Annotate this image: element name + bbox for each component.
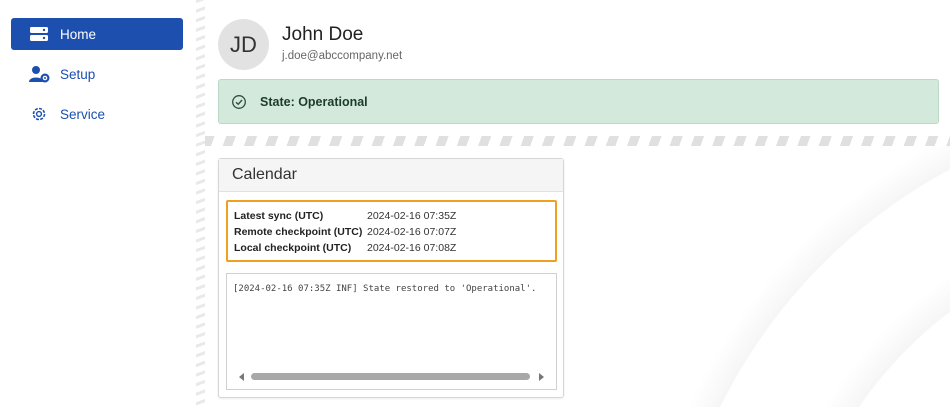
sidebar-item-service[interactable]: Service [11, 98, 183, 130]
sidebar-item-setup[interactable]: Setup [11, 58, 183, 90]
state-text: State: Operational [260, 94, 368, 109]
sync-label: Remote checkpoint (UTC) [234, 226, 363, 238]
user-gear-icon [28, 64, 50, 84]
scroll-left-icon[interactable] [239, 373, 244, 381]
sync-value: 2024-02-16 07:35Z [367, 210, 457, 222]
calendar-title: Calendar [219, 159, 563, 192]
sync-info-box: Latest sync (UTC) 2024-02-16 07:35Z Remo… [226, 200, 557, 262]
calendar-card: Calendar Latest sync (UTC) 2024-02-16 07… [218, 158, 564, 398]
sync-row: Remote checkpoint (UTC) 2024-02-16 07:07… [234, 224, 555, 240]
sync-row: Local checkpoint (UTC) 2024-02-16 07:08Z [234, 240, 555, 256]
decorative-stripe [205, 136, 950, 146]
sidebar-item-label: Setup [60, 66, 96, 82]
sync-label: Latest sync (UTC) [234, 210, 324, 222]
log-textarea[interactable]: [2024-02-16 07:35Z INF] State restored t… [226, 273, 557, 390]
sync-value: 2024-02-16 07:08Z [367, 242, 457, 254]
sync-label: Local checkpoint (UTC) [234, 242, 352, 254]
scroll-right-icon[interactable] [539, 373, 544, 381]
sync-value: 2024-02-16 07:07Z [367, 226, 457, 238]
gear-icon [28, 104, 50, 124]
user-email: j.doe@abccompany.net [282, 50, 403, 62]
user-name: John Doe [282, 24, 364, 45]
server-icon [28, 24, 50, 44]
sync-row: Latest sync (UTC) 2024-02-16 07:35Z [234, 208, 555, 224]
state-banner: State: Operational [218, 79, 939, 124]
sidebar-item-label: Service [60, 106, 106, 122]
horizontal-scrollbar[interactable] [235, 371, 548, 383]
sidebar-divider [196, 0, 205, 407]
sidebar-item-label: Home [60, 26, 97, 42]
avatar[interactable]: JD [218, 19, 269, 70]
sidebar-item-home[interactable]: Home [11, 18, 183, 50]
scrollbar-thumb[interactable] [251, 373, 530, 380]
log-line: [2024-02-16 07:35Z INF] State restored t… [233, 284, 537, 294]
check-circle-icon [231, 94, 247, 110]
sidebar: Home Setup Service [0, 0, 196, 407]
